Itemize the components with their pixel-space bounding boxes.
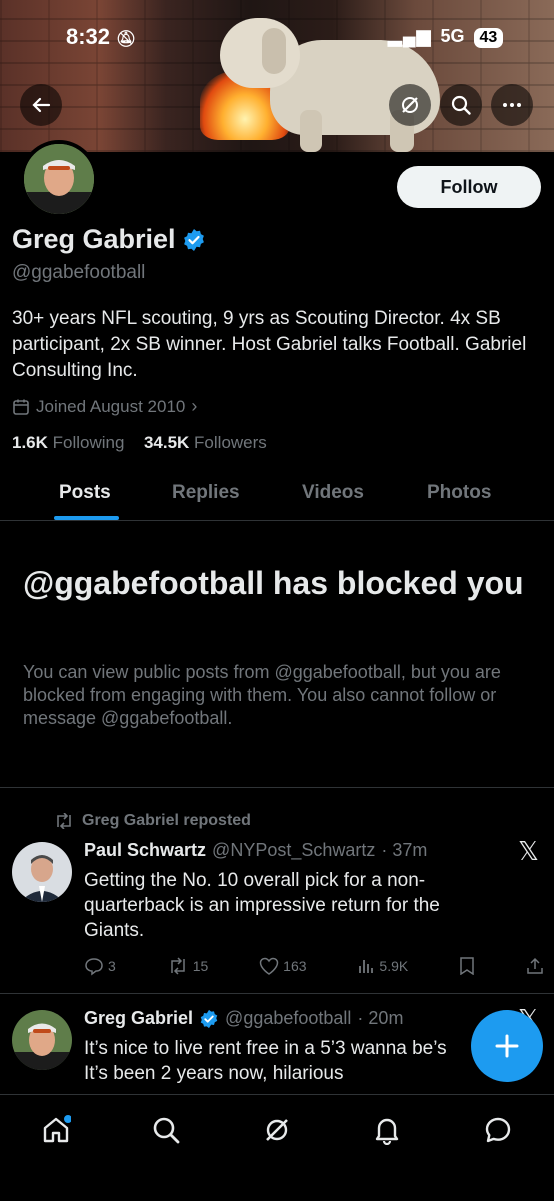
compose-button[interactable] [471, 1010, 543, 1082]
views-button[interactable]: 5.9K [357, 956, 408, 976]
status-indicators: ▂▄▆ 5G 43 [388, 26, 504, 48]
profile-bio: 30+ years NFL scouting, 9 yrs as Scoutin… [12, 308, 527, 381]
notifications-icon [375, 1118, 399, 1145]
repost-label: Greg Gabriel reposted [82, 812, 251, 829]
nav-notifications[interactable] [367, 1110, 407, 1150]
signal-icon: ▂▄▆ [388, 26, 432, 46]
joined-text: Joined August 2010 [36, 396, 186, 416]
post-author[interactable]: Greg Gabriel [84, 1008, 193, 1029]
post-divider [0, 993, 554, 994]
profile-name-text: Greg Gabriel [12, 224, 176, 254]
repost-indicator: Greg Gabriel reposted [54, 812, 251, 830]
nav-messages[interactable] [478, 1110, 518, 1150]
avatar-image [12, 842, 72, 902]
repost-icon [170, 957, 185, 975]
profile-handle: @ggabefootball [12, 262, 146, 283]
messages-icon [485, 1117, 511, 1143]
view-count: 5.9K [379, 958, 409, 974]
search-icon [451, 95, 471, 115]
battery-indicator: 43 [473, 28, 504, 48]
chevron-right-icon: › [191, 396, 198, 416]
grok-icon [266, 1119, 288, 1141]
follow-stats: 1.6K Following 34.5K Followers [12, 433, 267, 453]
post-header: Paul Schwartz @NYPost_Schwartz · 37m [84, 840, 427, 861]
post-text-line-2[interactable]: It’s been 2 years now, hilarious [84, 1061, 484, 1086]
share-icon [527, 957, 543, 974]
post-author-avatar[interactable] [12, 1010, 72, 1070]
views-icon [359, 960, 374, 973]
calendar-icon [13, 399, 29, 415]
blocked-message: You can view public posts from @ggabefoo… [23, 662, 501, 728]
repost-icon [57, 813, 71, 829]
nav-search[interactable] [146, 1110, 186, 1150]
search-icon [153, 1117, 180, 1144]
nav-home[interactable] [36, 1110, 76, 1150]
x-logo-icon: 𝕏 [518, 836, 539, 866]
status-time: 8:32 🔕︎ [66, 24, 137, 49]
grok-button[interactable] [389, 84, 431, 126]
post-time: · 37m [381, 840, 428, 860]
like-button[interactable]: 163 [259, 956, 307, 976]
reply-button[interactable]: 3 [84, 956, 116, 976]
post-text[interactable]: Getting the No. 10 overall pick for a no… [84, 868, 504, 943]
heart-icon [259, 957, 279, 975]
grok-icon [402, 97, 418, 113]
tab-replies[interactable]: Replies [172, 482, 240, 504]
back-arrow-icon [32, 97, 51, 113]
post-author-avatar[interactable] [12, 842, 72, 902]
profile-banner[interactable] [0, 0, 554, 152]
back-button[interactable] [20, 84, 62, 126]
reply-count: 3 [108, 958, 116, 974]
post-time: · 20m [357, 1008, 404, 1028]
home-icon [43, 1115, 71, 1143]
verified-badge-icon[interactable] [182, 228, 206, 252]
tab-videos[interactable]: Videos [302, 482, 364, 504]
following-link[interactable]: 1.6K Following [12, 433, 124, 452]
post-header: Greg Gabriel @ggabefootball · 20m [84, 1008, 403, 1029]
network-label: 5G [440, 26, 465, 46]
profile-name: Greg Gabriel [12, 224, 206, 255]
bookmark-icon [460, 957, 474, 975]
avatar-image [12, 1010, 72, 1070]
more-button[interactable] [491, 84, 533, 126]
more-icon [503, 103, 521, 107]
plus-icon [495, 1034, 519, 1058]
repost-button[interactable]: 15 [167, 956, 209, 976]
tab-photos[interactable]: Photos [427, 482, 491, 504]
avatar-image [24, 144, 94, 214]
bookmark-button[interactable] [459, 956, 475, 976]
tab-posts[interactable]: Posts [59, 482, 111, 504]
nav-grok[interactable] [257, 1110, 297, 1150]
post-handle[interactable]: @NYPost_Schwartz [212, 840, 375, 861]
post-actions: 3 15 163 5.9K [84, 956, 544, 976]
silent-icon: 🔕︎ [116, 31, 137, 48]
post-author[interactable]: Paul Schwartz [84, 840, 206, 861]
followers-link[interactable]: 34.5K Followers [144, 433, 267, 452]
section-divider [0, 787, 554, 788]
share-button[interactable] [526, 956, 544, 976]
follow-button[interactable]: Follow [397, 166, 541, 208]
profile-avatar[interactable] [20, 140, 98, 218]
blocked-title: @ggabefootball has blocked you [23, 565, 524, 601]
verified-badge-icon [200, 1009, 218, 1028]
post-handle[interactable]: @ggabefootball [225, 1008, 351, 1029]
tabs-divider [0, 520, 554, 521]
post-text-line-1[interactable]: It’s nice to live rent free in a 5’3 wan… [84, 1036, 484, 1061]
joined-date[interactable]: Joined August 2010 › [12, 396, 197, 417]
like-count: 163 [283, 958, 307, 974]
repost-count: 15 [192, 958, 209, 974]
search-button[interactable] [440, 84, 482, 126]
reply-icon [85, 958, 103, 976]
